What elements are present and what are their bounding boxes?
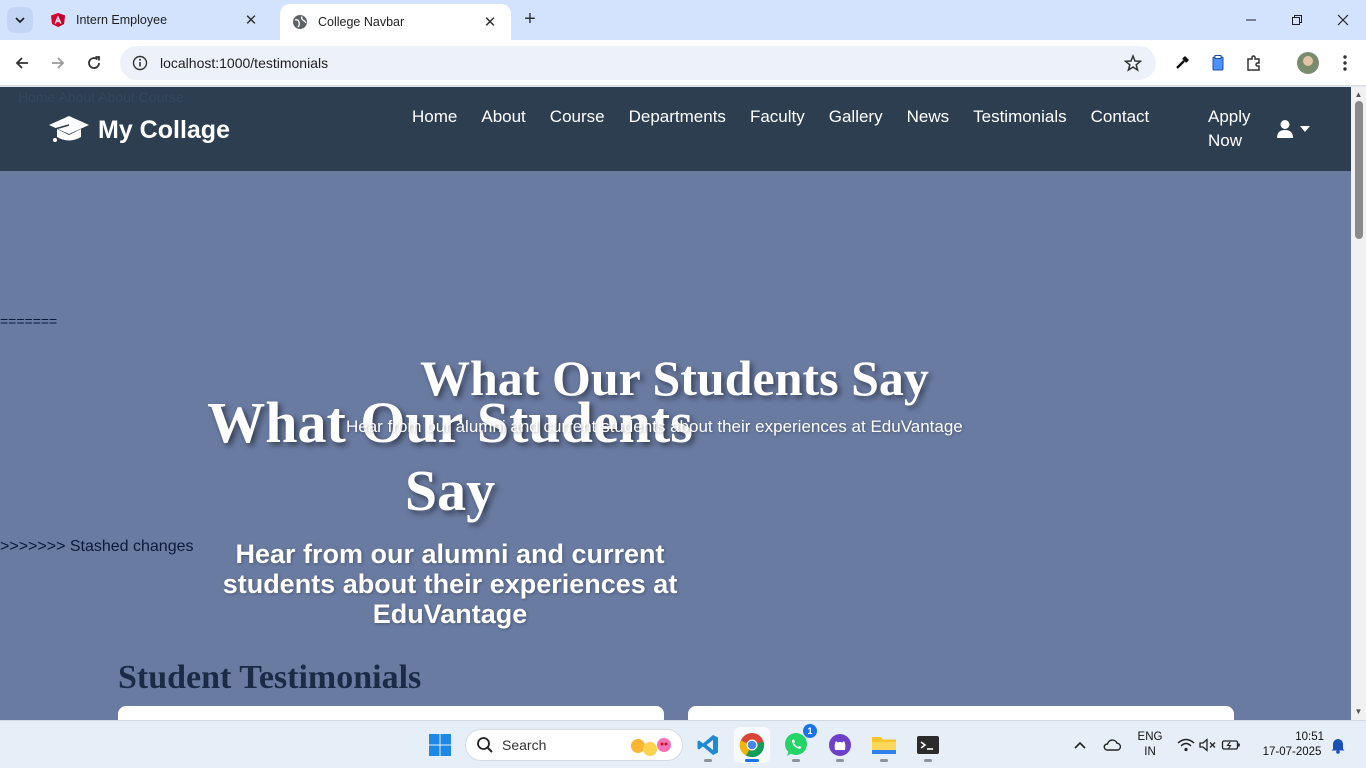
restore-icon — [1292, 15, 1302, 25]
user-icon — [1277, 120, 1293, 138]
tab-intern-employee[interactable]: Intern Employee ✕ — [38, 0, 272, 40]
wifi-icon — [1177, 738, 1195, 752]
clock-time: 10:51 — [1295, 731, 1324, 743]
reload-icon — [88, 56, 100, 69]
language-code: ENG — [1137, 731, 1163, 743]
tab-college-navbar[interactable]: College Navbar ✕ — [280, 4, 511, 40]
running-indicator — [745, 759, 759, 762]
clock-date: 17-07-2025 — [1262, 746, 1322, 758]
user-menu-dropdown[interactable] — [1276, 119, 1311, 139]
merge-conflict-marker: ======= — [0, 313, 58, 329]
minimize-icon — [1246, 19, 1256, 21]
vscode-icon[interactable] — [690, 727, 726, 763]
windows-taskbar: Search 1 ENG IN 10:51 17-07-2025 — [0, 720, 1366, 768]
whatsapp-icon[interactable]: 1 — [778, 724, 817, 763]
search-icon — [477, 737, 493, 753]
browser-tab-bar: Intern Employee ✕ College Navbar ✕ + — [0, 0, 1366, 40]
terminal-icon[interactable] — [910, 727, 946, 763]
page-scrollbar[interactable]: ▲ ▼ — [1351, 87, 1366, 720]
show-hidden-icons-chevron-up-icon[interactable] — [1062, 727, 1098, 763]
onedrive-cloud-icon[interactable] — [1094, 727, 1130, 763]
taskbar-search[interactable]: Search — [465, 729, 683, 761]
close-icon[interactable]: ✕ — [242, 11, 260, 29]
nav-link-home[interactable]: Home — [412, 105, 457, 129]
clipboard-extension-icon[interactable] — [1206, 51, 1230, 75]
extensions-puzzle-icon[interactable] — [1242, 51, 1266, 75]
running-indicator — [836, 759, 844, 762]
address-bar[interactable]: localhost:1000/testimonials — [120, 46, 1156, 80]
url-text[interactable]: localhost:1000/testimonials — [160, 55, 328, 71]
nav-link-news[interactable]: News — [907, 105, 950, 129]
angular-icon — [50, 12, 66, 28]
close-icon — [1337, 14, 1349, 26]
language-indicator[interactable]: ENG IN — [1132, 730, 1168, 760]
brand-logo[interactable]: My Collage — [48, 113, 230, 147]
battery-charging-icon — [1221, 740, 1240, 750]
menu-kebab-icon[interactable] — [1333, 51, 1357, 75]
nav-link-testimonials[interactable]: Testimonials — [973, 105, 1067, 129]
testimonial-card — [688, 706, 1234, 720]
close-window-button[interactable] — [1320, 6, 1366, 34]
hero-subtitle-duplicate: Hear from our alumni and current student… — [222, 539, 678, 629]
new-tab-button[interactable]: + — [518, 8, 542, 32]
nav-link-apply-now[interactable]: Apply Now — [1208, 105, 1258, 153]
clock[interactable]: 10:51 17-07-2025 — [1256, 730, 1328, 760]
back-button[interactable] — [8, 49, 36, 77]
nav-link-faculty[interactable]: Faculty — [750, 105, 805, 129]
minimize-button[interactable] — [1228, 6, 1274, 34]
section-title: Student Testimonials — [118, 659, 422, 696]
hero-title: What Our Students Say — [420, 350, 929, 406]
running-indicator — [704, 759, 712, 762]
file-explorer-icon[interactable] — [866, 727, 902, 763]
web-page: Home About About Course My Collage Home … — [0, 87, 1351, 720]
running-indicator — [792, 759, 800, 762]
chrome-icon[interactable] — [734, 727, 770, 763]
scrollbar-thumb[interactable] — [1355, 101, 1363, 239]
nav-link-about[interactable]: About — [481, 105, 525, 129]
caret-down-icon — [1300, 126, 1310, 132]
speaker-muted-icon — [1199, 738, 1216, 752]
windows-start-icon[interactable] — [422, 727, 458, 763]
search-placeholder: Search — [502, 737, 547, 753]
scroll-up-icon[interactable]: ▲ — [1354, 90, 1363, 99]
profile-avatar[interactable] — [1297, 52, 1319, 74]
browser-toolbar: localhost:1000/testimonials — [0, 40, 1366, 86]
eyedropper-extension-icon[interactable] — [1170, 51, 1194, 75]
notification-bell-icon[interactable] — [1322, 727, 1354, 763]
hero-subtitle: Hear from our alumni and current student… — [346, 417, 963, 436]
nav-link-course[interactable]: Course — [550, 105, 605, 129]
region-code: IN — [1144, 746, 1156, 758]
forward-button[interactable] — [44, 49, 72, 77]
overlapping-ghost-text: Home About About Course — [18, 89, 184, 105]
running-indicator — [924, 759, 932, 762]
emoji-decoration-icon — [628, 735, 676, 757]
arrow-left-icon — [15, 57, 28, 69]
graduation-cap-icon — [49, 116, 89, 142]
info-icon[interactable] — [132, 55, 148, 71]
nav-link-gallery[interactable]: Gallery — [829, 105, 883, 129]
tab-title: College Navbar — [318, 15, 405, 29]
site-navbar: Home About About Course My Collage Home … — [0, 87, 1351, 171]
restore-button[interactable] — [1274, 6, 1320, 34]
github-desktop-icon[interactable] — [822, 727, 858, 763]
stash-conflict-marker: >>>>>>> Stashed changes — [0, 538, 194, 555]
notification-badge: 1 — [803, 724, 817, 738]
arrow-right-icon — [52, 57, 65, 69]
quick-settings[interactable] — [1172, 727, 1246, 763]
tab-title: Intern Employee — [76, 13, 168, 27]
bookmark-star-icon[interactable] — [1123, 53, 1143, 77]
brand-name: My Collage — [98, 115, 230, 144]
tab-search-button[interactable] — [7, 7, 33, 33]
nav-link-departments[interactable]: Departments — [629, 105, 726, 129]
nav-link-contact[interactable]: Contact — [1091, 105, 1150, 129]
close-icon[interactable]: ✕ — [481, 13, 499, 31]
hero-title-duplicate: What Our Students Say — [207, 390, 693, 523]
globe-icon — [292, 14, 308, 30]
running-indicator — [880, 759, 888, 762]
testimonial-card — [118, 706, 664, 720]
reload-button[interactable] — [80, 49, 108, 77]
nav-links: Home About Course Departments Faculty Ga… — [412, 105, 1173, 129]
chevron-down-icon — [15, 17, 25, 24]
scroll-down-icon[interactable]: ▼ — [1354, 707, 1363, 716]
